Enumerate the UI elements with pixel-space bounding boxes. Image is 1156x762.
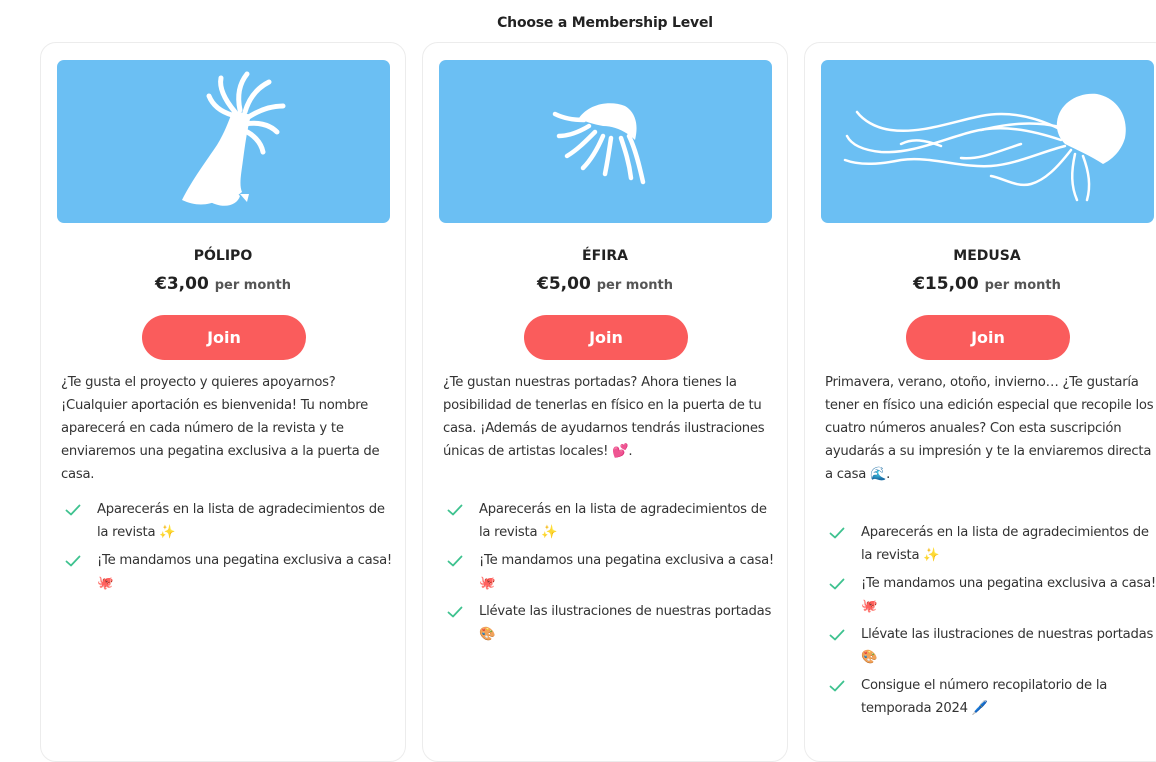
join-button-medusa[interactable]: Join: [906, 315, 1070, 360]
check-icon: [447, 555, 463, 567]
check-icon: [829, 629, 845, 641]
polyp-illustration: [57, 60, 390, 223]
join-button-efira[interactable]: Join: [524, 315, 688, 360]
benefit-item: ¡Te mandamos una pegatina exclusiva a ca…: [825, 572, 1156, 618]
benefit-item: Aparecerás en la lista de agradecimiento…: [443, 498, 779, 544]
benefits-list: Aparecerás en la lista de agradecimiento…: [825, 521, 1156, 725]
tier-name: ÉFIRA: [582, 248, 628, 264]
tier-description: Primavera, verano, otoño, invierno… ¿Te …: [825, 375, 1154, 482]
benefit-item: Consigue el número recopilatorio de la t…: [825, 674, 1156, 720]
benefits-list: Aparecerás en la lista de agradecimiento…: [61, 498, 397, 600]
tier-description: ¿Te gusta el proyecto y quieres apoyarno…: [61, 375, 380, 482]
benefit-item: Llévate las ilustraciones de nuestras po…: [443, 600, 779, 646]
membership-card-medusa: MEDUSA €15,00 per month Join Primavera, …: [804, 42, 1156, 762]
ephyra-illustration: [439, 60, 772, 223]
tier-name: MEDUSA: [953, 248, 1021, 264]
page-title: Choose a Membership Level: [497, 15, 713, 31]
benefit-item: ¡Te mandamos una pegatina exclusiva a ca…: [443, 549, 779, 595]
benefit-item: Aparecerás en la lista de agradecimiento…: [825, 521, 1156, 567]
tier-name: PÓLIPO: [193, 248, 253, 264]
check-icon: [65, 504, 81, 516]
tier-price: €5,00 per month: [537, 274, 673, 294]
tier-price: €3,00 per month: [155, 274, 291, 294]
check-icon: [829, 527, 845, 539]
check-icon: [447, 606, 463, 618]
membership-card-polipo: PÓLIPO €3,00 per month Join ¿Te gusta el…: [40, 42, 406, 762]
check-icon: [65, 555, 81, 567]
membership-card-efira: ÉFIRA €5,00 per month Join ¿Te gustan nu…: [422, 42, 788, 762]
benefits-list: Aparecerás en la lista de agradecimiento…: [443, 498, 779, 651]
tier-description: ¿Te gustan nuestras portadas? Ahora tien…: [443, 375, 765, 459]
tier-price: €15,00 per month: [913, 274, 1061, 294]
benefit-item: Aparecerás en la lista de agradecimiento…: [61, 498, 397, 544]
join-button-polipo[interactable]: Join: [142, 315, 306, 360]
check-icon: [829, 680, 845, 692]
check-icon: [829, 578, 845, 590]
check-icon: [447, 504, 463, 516]
benefit-item: ¡Te mandamos una pegatina exclusiva a ca…: [61, 549, 397, 595]
jellyfish-illustration: [821, 60, 1154, 223]
benefit-item: Llévate las ilustraciones de nuestras po…: [825, 623, 1156, 669]
